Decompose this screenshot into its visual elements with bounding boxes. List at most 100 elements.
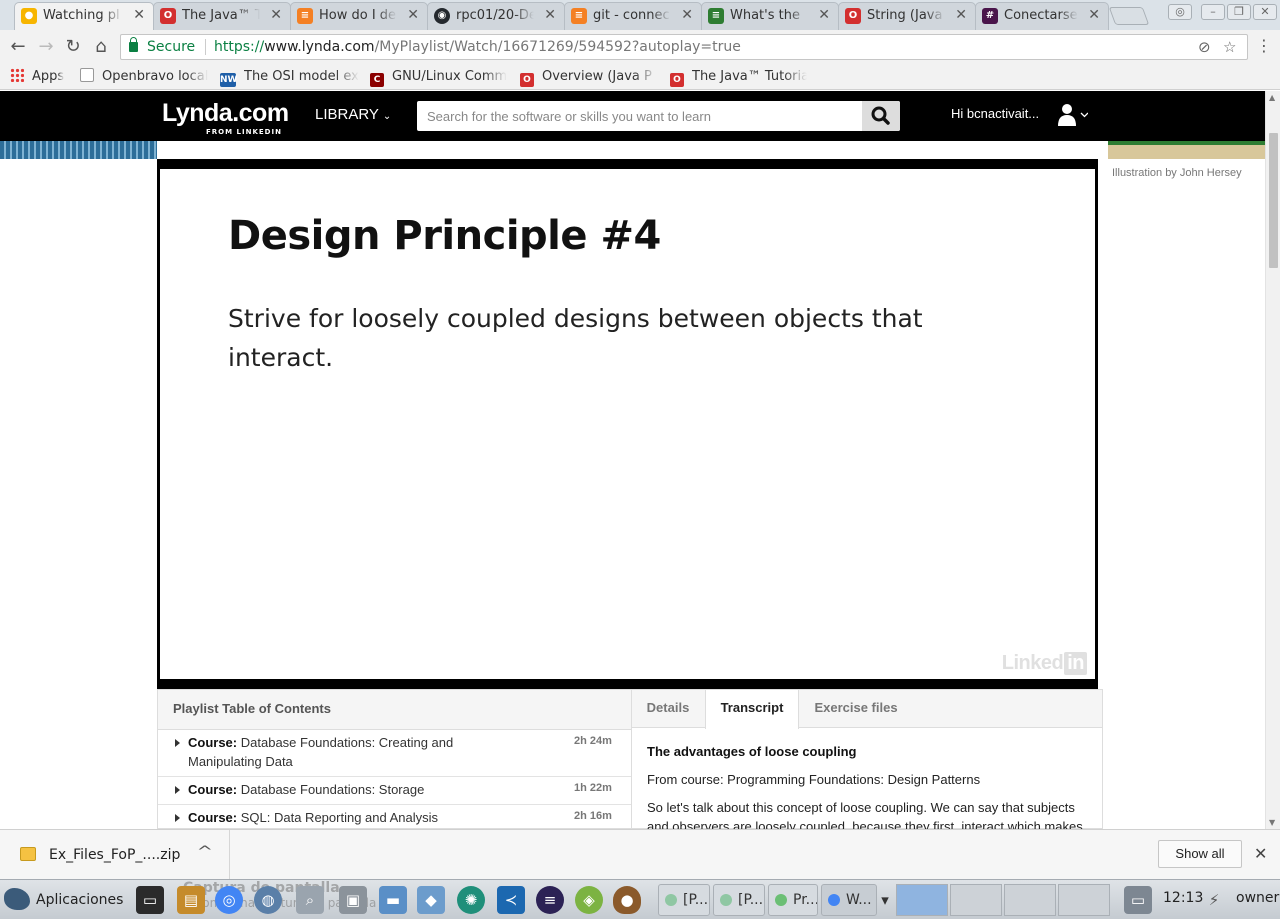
close-icon[interactable]: ✕ (818, 7, 830, 23)
download-item[interactable]: Ex_Files_FoP_....zip ^ (0, 830, 230, 880)
clock[interactable]: 12:13 (1163, 890, 1203, 906)
oracle-icon: O (520, 73, 534, 87)
show-all-button[interactable]: Show all (1158, 840, 1242, 868)
url-text[interactable]: https://www.lynda.com/MyPlaylist/Watch/1… (214, 35, 741, 59)
atom-icon[interactable]: ✺ (457, 886, 485, 914)
playlist-item[interactable]: Course: SQL: Data Reporting and Analysis… (158, 805, 631, 829)
close-icon[interactable]: ✕ (544, 7, 556, 23)
translate-icon[interactable]: ⊘ (1198, 35, 1211, 59)
web-browser-icon[interactable]: ◍ (254, 886, 282, 914)
bookmark-openbravo[interactable]: Openbravo local (80, 67, 208, 87)
tab-exercise-files[interactable]: Exercise files (800, 690, 912, 728)
browser-tab-whats-the[interactable]: ≡ What's the ✕ (701, 2, 839, 30)
taskbar-window-4[interactable]: W... (821, 884, 877, 916)
session-user[interactable]: owner (1236, 890, 1279, 906)
watermark-in: in (1064, 652, 1087, 675)
browser-tab-stackoverflow[interactable]: ≡ How do I de ✕ (290, 2, 428, 30)
playlist-item[interactable]: Course: Database Foundations: Storage 1h… (158, 777, 631, 805)
transcript-text[interactable]: So let's talk about this concept of loos… (647, 798, 1092, 829)
bookmark-java-overview[interactable]: O Overview (Java P (520, 67, 657, 87)
bookmark-gnu-linux[interactable]: C GNU/Linux Comm (370, 67, 507, 87)
file-manager-icon[interactable]: ▬ (379, 886, 407, 914)
profile-icon[interactable]: ◎ (1168, 4, 1192, 20)
bookmark-apps[interactable]: Apps (10, 67, 64, 87)
more-menu-icon[interactable]: ⋮ (1256, 36, 1272, 55)
workspace-4[interactable] (1058, 884, 1110, 916)
window-label: [P... (738, 892, 764, 908)
download-file-name: Ex_Files_FoP_....zip (49, 847, 181, 863)
browser-tab-slack[interactable]: # Conectarse ✕ (975, 2, 1109, 30)
lynda-favicon-icon: ● (21, 8, 37, 24)
acorn-app-icon[interactable]: ● (613, 886, 641, 914)
close-icon[interactable]: ✕ (681, 7, 693, 23)
expand-caret-icon[interactable] (175, 739, 180, 747)
minimize-button[interactable]: – (1201, 4, 1225, 20)
tab-transcript[interactable]: Transcript (705, 690, 799, 729)
close-icon[interactable]: ✕ (1254, 844, 1267, 863)
slide-title: Design Principle #4 (228, 213, 661, 259)
search-input[interactable] (417, 101, 862, 131)
logo-subtitle: FROM LINKEDIN (206, 128, 282, 136)
close-icon[interactable]: ✕ (133, 7, 145, 23)
tab-details[interactable]: Details (632, 690, 704, 728)
eclipse-icon[interactable]: ≡ (536, 886, 564, 914)
search-files-icon[interactable]: ⌕ (296, 886, 324, 914)
taskbar-window-2[interactable]: [P... (713, 884, 765, 916)
virtualbox-icon[interactable]: ◆ (417, 886, 445, 914)
applications-menu-button[interactable]: Aplicaciones (4, 886, 123, 914)
library-menu-button[interactable]: LIBRARY ⌄ (315, 106, 391, 123)
course-title: Database Foundations: Storage (240, 782, 425, 797)
home-icon[interactable]: ⌂ (90, 36, 112, 58)
user-avatar-icon[interactable] (1058, 103, 1089, 127)
scroll-down-icon[interactable]: ▼ (1269, 818, 1275, 827)
close-window-button[interactable]: ✕ (1253, 4, 1277, 20)
back-arrow-icon[interactable]: ← (7, 36, 29, 58)
bookmark-java-tutorials[interactable]: O The Java™ Tutoria (670, 67, 807, 87)
network-icon[interactable]: ⚡ (1204, 886, 1224, 914)
vscode-icon[interactable]: ≺ (497, 886, 525, 914)
workspace-3[interactable] (1004, 884, 1056, 916)
playlist-item[interactable]: Course: Database Foundations: Creating a… (158, 730, 631, 777)
browser-tab-lynda[interactable]: ● Watching pl ✕ (14, 2, 154, 30)
expand-caret-icon[interactable] (175, 814, 180, 822)
oracle-icon: O (670, 73, 684, 87)
bookmark-star-icon[interactable]: ☆ (1223, 35, 1236, 59)
bookmark-label: Overview (Java P (542, 69, 652, 84)
taskbar-window-3[interactable]: Pr... (768, 884, 818, 916)
video-player[interactable]: Design Principle #4 Strive for loosely c… (157, 159, 1098, 689)
user-greeting[interactable]: Hi bcnactivait... (951, 106, 1039, 121)
restore-button[interactable]: ❐ (1227, 4, 1251, 20)
drive-icon[interactable]: ▭ (1124, 886, 1152, 914)
screenshot-icon[interactable]: ▣ (339, 886, 367, 914)
terminal-icon[interactable]: ▭ (136, 886, 164, 914)
reload-icon[interactable]: ↻ (62, 36, 84, 58)
chevron-up-icon[interactable]: ^ (197, 844, 213, 860)
browser-tab-java-tutorials[interactable]: O The Java™ T ✕ (153, 2, 291, 30)
page-scrollbar[interactable]: ▲ ▼ (1265, 91, 1280, 829)
lynda-logo[interactable]: Lynda.com FROM LINKEDIN (162, 99, 289, 136)
browser-tab-string-java[interactable]: O String (Java ✕ (838, 2, 976, 30)
workspace-2[interactable] (950, 884, 1002, 916)
bookmark-label: Apps (32, 69, 65, 84)
workspace-1[interactable] (896, 884, 948, 916)
close-icon[interactable]: ✕ (407, 7, 419, 23)
expand-caret-icon[interactable] (175, 786, 180, 794)
close-icon[interactable]: ✕ (955, 7, 967, 23)
bookmark-osi-model[interactable]: NW The OSI model ex (220, 67, 359, 87)
scroll-up-icon[interactable]: ▲ (1269, 93, 1275, 102)
chrome-icon[interactable]: ◎ (215, 886, 243, 914)
text-editor-icon[interactable]: ▤ (177, 886, 205, 914)
course-duration: 2h 24m (574, 735, 612, 747)
browser-tab-github[interactable]: ◉ rpc01/20-De ✕ (427, 2, 565, 30)
android-studio-icon[interactable]: ◈ (575, 886, 603, 914)
chevron-down-icon[interactable]: ▾ (877, 886, 893, 914)
new-tab-button[interactable] (1108, 7, 1150, 25)
address-bar[interactable]: Secure https://www.lynda.com/MyPlaylist/… (120, 34, 1248, 60)
taskbar-window-1[interactable]: [P... (658, 884, 710, 916)
close-icon[interactable]: ✕ (1088, 7, 1100, 23)
browser-tab-git-connect[interactable]: ≡ git - connec ✕ (564, 2, 702, 30)
forward-arrow-icon[interactable]: → (35, 36, 57, 58)
close-icon[interactable]: ✕ (270, 7, 282, 23)
search-button[interactable] (862, 101, 900, 131)
scrollbar-thumb[interactable] (1269, 133, 1278, 268)
